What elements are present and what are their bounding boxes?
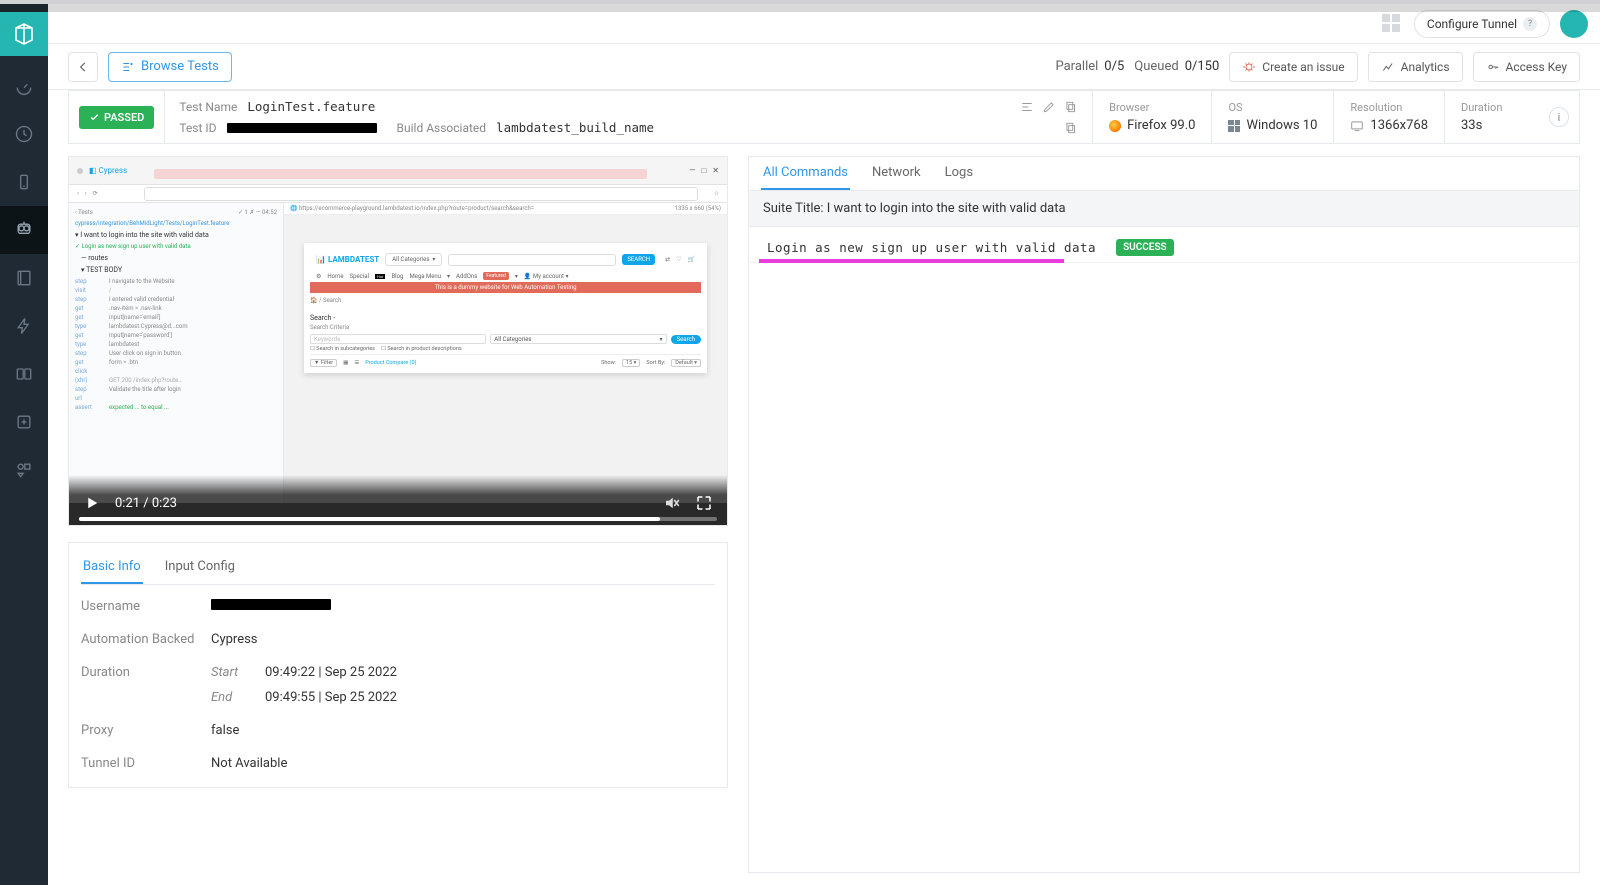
success-badge: SUCCESS xyxy=(1116,239,1174,256)
test-name-label: Test Name xyxy=(179,100,237,114)
copy-icon[interactable] xyxy=(1064,100,1078,114)
configure-tunnel-label: Configure Tunnel xyxy=(1427,17,1517,31)
sidebar-item-dashboard[interactable] xyxy=(0,62,48,110)
status-badge: PASSED xyxy=(79,106,154,129)
back-button[interactable] xyxy=(68,52,98,82)
video-time: 0:21 / 0:23 xyxy=(115,496,177,511)
tab-all-commands[interactable]: All Commands xyxy=(761,157,850,190)
duration-label: Duration xyxy=(1461,101,1529,114)
info-panel: Basic Info Input Config Username Automat… xyxy=(68,542,728,788)
browser-value: Firefox 99.0 xyxy=(1109,118,1195,133)
edit-icon[interactable] xyxy=(1042,100,1056,114)
tunnel-value: Not Available xyxy=(211,756,715,771)
analytics-button[interactable]: Analytics xyxy=(1368,52,1463,82)
browser-label: Browser xyxy=(1109,101,1195,114)
app-logo[interactable] xyxy=(0,12,48,56)
video-progress[interactable] xyxy=(79,517,717,521)
video-preview: ◧ Cypress —□✕ ‹›⟳ ☆ ‹ T xyxy=(69,157,727,485)
sidebar-item-screenshot[interactable] xyxy=(0,254,48,302)
help-icon: ? xyxy=(1523,17,1537,31)
video-player: ◧ Cypress —□✕ ‹›⟳ ☆ ‹ T xyxy=(68,156,728,526)
fullscreen-icon[interactable] xyxy=(695,494,713,512)
create-issue-label: Create an issue xyxy=(1262,60,1344,74)
apps-grid-icon[interactable] xyxy=(1382,14,1400,32)
subheader: Browse Tests Parallel 0/5 Queued 0/150 C… xyxy=(48,44,1600,90)
tab-basic-info[interactable]: Basic Info xyxy=(81,551,143,584)
start-value: 09:49:22 | Sep 25 2022 xyxy=(265,665,397,680)
sidebar xyxy=(0,4,48,885)
windows-icon xyxy=(1228,120,1240,132)
automation-label: Automation Backed xyxy=(81,632,211,647)
username-label: Username xyxy=(81,599,211,614)
proxy-value: false xyxy=(211,723,715,738)
proxy-label: Proxy xyxy=(81,723,211,738)
queued-stat: Queued 0/150 xyxy=(1134,59,1219,74)
video-controls: 0:21 / 0:23 xyxy=(69,475,727,525)
tab-input-config[interactable]: Input Config xyxy=(163,551,237,584)
commands-panel: All Commands Network Logs Suite Title: I… xyxy=(748,156,1580,873)
duration-info-label: Duration xyxy=(81,665,211,705)
test-name-value: LoginTest.feature xyxy=(247,99,375,114)
firefox-icon xyxy=(1109,120,1121,132)
username-redacted xyxy=(211,599,331,610)
suite-title: Suite Title: I want to login into the si… xyxy=(749,191,1579,227)
automation-value: Cypress xyxy=(211,632,715,647)
os-value: Windows 10 xyxy=(1228,118,1317,133)
access-key-label: Access Key xyxy=(1506,60,1567,74)
avatar[interactable] xyxy=(1560,10,1588,38)
parallel-stat: Parallel 0/5 xyxy=(1055,59,1124,74)
info-icon[interactable]: i xyxy=(1549,107,1569,127)
copy-icon[interactable] xyxy=(1064,121,1078,135)
test-header: PASSED Test Name LoginTest.feature Test … xyxy=(68,90,1580,144)
window-overlay xyxy=(0,0,1600,12)
duration-value: 33s xyxy=(1461,118,1529,133)
resolution-value: 1366x768 xyxy=(1350,118,1428,133)
command-underline xyxy=(759,259,1064,263)
sidebar-item-automation[interactable] xyxy=(0,206,48,254)
command-row[interactable]: Login as new sign up user with valid dat… xyxy=(749,227,1579,263)
sidebar-item-integrations[interactable] xyxy=(0,446,48,494)
sidebar-item-add[interactable] xyxy=(0,398,48,446)
create-issue-button[interactable]: Create an issue xyxy=(1229,52,1357,82)
mute-icon[interactable] xyxy=(663,494,681,512)
analytics-label: Analytics xyxy=(1401,60,1450,74)
browse-tests-label: Browse Tests xyxy=(141,59,219,74)
sidebar-item-realtime[interactable] xyxy=(0,110,48,158)
build-value: lambdatest_build_name xyxy=(496,120,654,135)
sidebar-item-hypertest[interactable] xyxy=(0,302,48,350)
tab-network[interactable]: Network xyxy=(870,157,923,190)
test-id-label: Test ID xyxy=(179,121,216,135)
browse-tests-button[interactable]: Browse Tests xyxy=(108,52,232,82)
command-text: Login as new sign up user with valid dat… xyxy=(767,240,1096,255)
format-icon[interactable] xyxy=(1020,100,1034,114)
access-key-button[interactable]: Access Key xyxy=(1473,52,1580,82)
tab-logs[interactable]: Logs xyxy=(943,157,975,190)
test-id-redacted xyxy=(227,123,377,133)
build-label: Build Associated xyxy=(397,121,487,135)
play-icon[interactable] xyxy=(83,494,101,512)
os-label: OS xyxy=(1228,101,1317,114)
sidebar-item-device[interactable] xyxy=(0,158,48,206)
resolution-label: Resolution xyxy=(1350,101,1428,114)
end-value: 09:49:55 | Sep 25 2022 xyxy=(265,690,397,705)
tunnel-label: Tunnel ID xyxy=(81,756,211,771)
configure-tunnel-button[interactable]: Configure Tunnel ? xyxy=(1414,10,1550,38)
sidebar-item-visual[interactable] xyxy=(0,350,48,398)
